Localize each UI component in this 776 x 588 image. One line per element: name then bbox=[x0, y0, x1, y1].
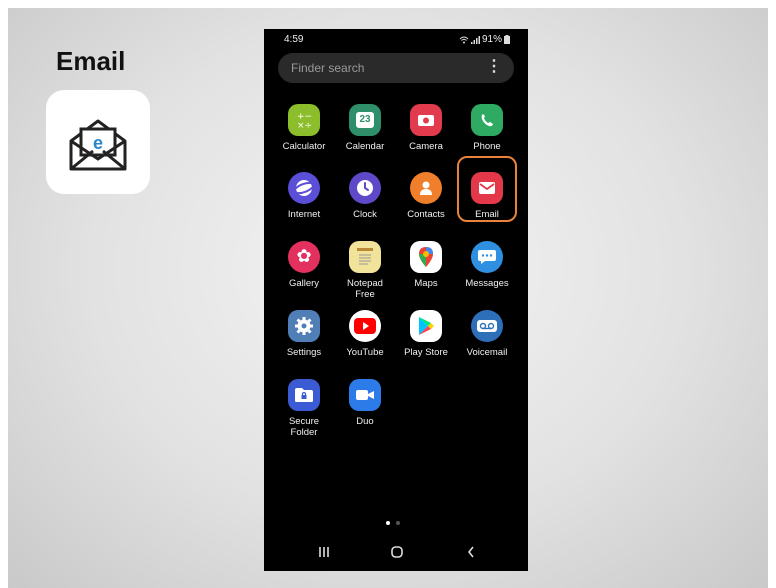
calculator-icon: +− ×÷ bbox=[288, 104, 320, 136]
svg-text:×÷: ×÷ bbox=[297, 121, 312, 130]
app-label: YouTube bbox=[346, 347, 384, 358]
app-clock[interactable]: Clock bbox=[335, 172, 395, 220]
app-label: Clock bbox=[353, 209, 377, 220]
slide-title: Email bbox=[56, 46, 126, 76]
app-secure-folder[interactable]: Secure Folder bbox=[274, 379, 334, 438]
app-label: Camera bbox=[409, 141, 443, 152]
wifi-icon bbox=[459, 36, 469, 43]
app-youtube[interactable]: YouTube bbox=[335, 310, 395, 358]
phone-handset-icon bbox=[471, 104, 503, 136]
app-label: Calendar bbox=[345, 141, 385, 152]
voicemail-icon bbox=[471, 310, 503, 342]
search-placeholder: Finder search bbox=[291, 61, 365, 75]
app-label: Messages bbox=[465, 278, 509, 289]
recent-apps-icon[interactable] bbox=[318, 545, 330, 559]
status-time: 4:59 bbox=[284, 34, 304, 45]
email-open-envelope-icon: e bbox=[69, 119, 127, 171]
app-maps[interactable]: Maps bbox=[396, 241, 456, 289]
app-internet[interactable]: Internet bbox=[274, 172, 334, 220]
maps-pin-icon bbox=[410, 241, 442, 273]
camera-icon bbox=[410, 104, 442, 136]
app-label: Calculator bbox=[282, 141, 326, 152]
more-options-icon[interactable]: ⋮ bbox=[486, 58, 502, 76]
email-highlight-box bbox=[457, 156, 517, 222]
back-icon[interactable] bbox=[466, 545, 476, 559]
app-play-store[interactable]: Play Store bbox=[396, 310, 456, 358]
app-calendar[interactable]: 23 Calendar bbox=[335, 104, 395, 152]
clock-icon bbox=[349, 172, 381, 204]
secure-folder-icon bbox=[288, 379, 320, 411]
internet-globe-icon bbox=[288, 172, 320, 204]
battery-icon bbox=[504, 35, 510, 44]
app-notepad-free[interactable]: Notepad Free bbox=[335, 241, 395, 300]
phone-screen: 4:59 91% Finder search ⋮ +− ×÷ Calculator… bbox=[264, 29, 528, 571]
page-indicator bbox=[386, 521, 400, 525]
messages-bubble-icon bbox=[471, 241, 503, 273]
status-bar: 4:59 91% bbox=[264, 34, 528, 48]
app-phone[interactable]: Phone bbox=[457, 104, 517, 152]
youtube-play-icon bbox=[349, 310, 381, 342]
app-contacts[interactable]: Contacts bbox=[396, 172, 456, 220]
page-dot-active bbox=[386, 521, 390, 525]
duo-video-icon bbox=[349, 379, 381, 411]
play-store-icon bbox=[410, 310, 442, 342]
signal-icon bbox=[470, 35, 480, 44]
app-duo[interactable]: Duo bbox=[335, 379, 395, 427]
app-label: Maps bbox=[414, 278, 438, 289]
app-label: Contacts bbox=[407, 209, 445, 220]
calendar-date: 23 bbox=[356, 112, 374, 128]
app-label: Gallery bbox=[288, 278, 320, 289]
app-gallery[interactable]: ✿ Gallery bbox=[274, 241, 334, 289]
app-label: Phone bbox=[473, 141, 501, 152]
app-label: Play Store bbox=[404, 347, 448, 358]
app-label: Internet bbox=[287, 209, 321, 220]
contacts-person-icon bbox=[410, 172, 442, 204]
app-messages[interactable]: Messages bbox=[457, 241, 517, 289]
home-icon[interactable] bbox=[390, 545, 404, 559]
page-dot bbox=[396, 521, 400, 525]
app-calculator[interactable]: +− ×÷ Calculator bbox=[274, 104, 334, 152]
finder-search-bar[interactable]: Finder search ⋮ bbox=[278, 53, 514, 83]
app-label: Duo bbox=[356, 416, 374, 427]
app-label: Notepad Free bbox=[347, 278, 383, 300]
app-voicemail[interactable]: Voicemail bbox=[457, 310, 517, 358]
app-label: Voicemail bbox=[466, 347, 508, 358]
svg-text:e: e bbox=[93, 133, 103, 153]
app-settings[interactable]: Settings bbox=[274, 310, 334, 358]
app-camera[interactable]: Camera bbox=[396, 104, 456, 152]
app-label: Settings bbox=[286, 347, 322, 358]
navigation-bar bbox=[264, 539, 528, 569]
gallery-flower-icon: ✿ bbox=[288, 241, 320, 273]
app-label: Secure Folder bbox=[288, 416, 320, 438]
email-app-tile: e bbox=[46, 90, 150, 194]
calendar-icon: 23 bbox=[349, 104, 381, 136]
battery-percent: 91% bbox=[481, 34, 502, 45]
settings-gear-icon bbox=[288, 310, 320, 342]
notepad-icon bbox=[349, 241, 381, 273]
